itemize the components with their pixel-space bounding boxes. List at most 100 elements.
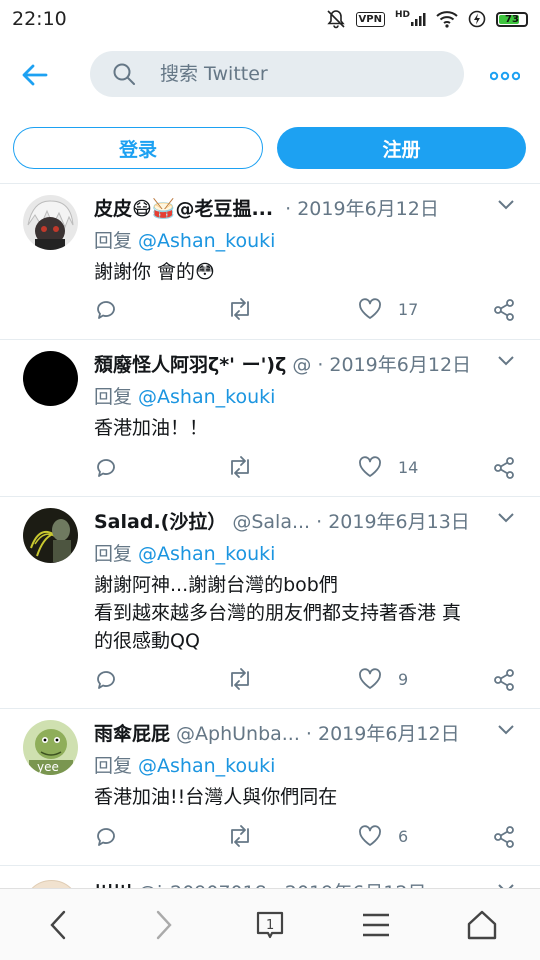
mention-link[interactable]: @Ashan_kouki <box>138 543 275 565</box>
avatar[interactable] <box>23 880 80 888</box>
home-button[interactable] <box>462 905 502 945</box>
chevron-down-icon[interactable] <box>496 354 516 368</box>
login-button[interactable]: 登录 <box>13 127 263 169</box>
chevron-down-icon[interactable] <box>496 723 516 737</box>
tweet-actions: 6 <box>94 825 524 853</box>
reply-button[interactable] <box>94 456 118 480</box>
status-icons: VPN HD 73 <box>326 9 528 29</box>
tweet-author-name[interactable]: 川川 <box>94 880 132 888</box>
chevron-down-icon[interactable] <box>496 198 516 212</box>
tweet-author-handle[interactable]: @AphUnba... <box>176 721 300 747</box>
tweet-date[interactable]: 2019年6月13日 <box>316 509 470 535</box>
vpn-icon: VPN <box>355 11 385 27</box>
like-button[interactable]: 6 <box>358 825 408 847</box>
avatar[interactable]: yee <box>23 720 78 775</box>
search-header <box>0 48 540 102</box>
tweet-date[interactable]: 2019年6月12日 <box>285 196 439 222</box>
chevron-right-icon <box>156 910 172 940</box>
more-dots-icon <box>490 71 520 81</box>
back-arrow-icon <box>22 64 48 86</box>
share-icon <box>494 457 514 479</box>
tweet-author-name[interactable]: Salad.(沙拉） <box>94 509 226 535</box>
like-count: 6 <box>398 826 409 846</box>
retweet-button[interactable] <box>226 298 254 320</box>
avatar[interactable] <box>23 195 78 250</box>
tweet-header: Salad.(沙拉） @Sala... 2019年6月13日 <box>94 509 474 535</box>
reply-button[interactable] <box>94 825 118 849</box>
like-button[interactable]: 9 <box>358 668 408 690</box>
tweet-header: 頹廢怪人阿羽ζ*' ー')ζ @ 2019年6月12日 <box>94 352 474 378</box>
retweet-icon <box>231 825 249 847</box>
reply-context: 回复 @Ashan_kouki <box>94 230 276 252</box>
share-button[interactable] <box>492 825 516 849</box>
tweet-item[interactable]: yee 雨傘屁屁 @AphUnba... 2019年6月12日 回复@Ashan… <box>0 709 540 866</box>
signal-icon: HD <box>395 11 426 27</box>
reply-icon <box>97 828 115 846</box>
retweet-icon <box>231 298 249 320</box>
heart-icon <box>359 668 381 689</box>
browser-bottom-nav: 1 <box>0 888 540 960</box>
tweet-header: 雨傘屁屁 @AphUnba... 2019年6月12日 <box>94 721 474 747</box>
tweet-author-handle[interactable]: @jr20907018 <box>138 880 267 888</box>
tweet-date[interactable]: 2019年6月12日 <box>273 880 427 888</box>
tweet-author-name[interactable]: 皮皮😷🥁@老豆揾... <box>94 196 273 222</box>
search-input[interactable] <box>158 62 422 86</box>
retweet-button[interactable] <box>226 668 254 690</box>
tweet-item[interactable]: 頹廢怪人阿羽ζ*' ー')ζ @ 2019年6月12日 回复@Ashan_kou… <box>0 340 540 497</box>
tweet-author-handle[interactable]: @Sala... <box>232 509 310 535</box>
tweet-author-handle[interactable]: @ <box>292 352 311 378</box>
tweet-header: 皮皮😷🥁@老豆揾... 2019年6月12日 <box>94 196 474 222</box>
retweet-icon <box>231 668 249 690</box>
mention-link[interactable]: @Ashan_kouki <box>138 230 275 252</box>
like-button[interactable]: 14 <box>358 456 418 478</box>
like-count: 14 <box>398 457 419 477</box>
chevron-down-icon[interactable] <box>496 511 516 525</box>
tabs-button[interactable]: 1 <box>250 905 290 945</box>
share-icon <box>494 826 514 848</box>
tweet-date[interactable]: 2019年6月12日 <box>306 721 460 747</box>
charging-icon <box>468 10 486 28</box>
tweet-header: 川川 @jr20907018 2019年6月12日 <box>94 880 474 888</box>
reply-icon <box>97 459 115 477</box>
retweet-icon <box>231 456 249 478</box>
menu-button[interactable] <box>356 905 396 945</box>
share-icon <box>494 669 514 691</box>
hamburger-menu-icon <box>363 913 389 937</box>
tweet-item[interactable]: Salad.(沙拉） @Sala... 2019年6月13日 回复@Ashan_… <box>0 497 540 709</box>
reply-button[interactable] <box>94 668 118 692</box>
mention-link[interactable]: @Ashan_kouki <box>138 755 275 777</box>
mention-link[interactable]: @Ashan_kouki <box>138 386 275 408</box>
reply-context: 回复 @Ashan_kouki <box>94 543 276 565</box>
retweet-button[interactable] <box>226 456 254 478</box>
tweet-text: 謝謝你 會的😳 <box>94 261 215 283</box>
back-button[interactable] <box>18 58 52 92</box>
reply-button[interactable] <box>94 298 118 322</box>
mute-icon <box>326 10 345 29</box>
tweet-text: 香港加油!!台灣人與你們同在 <box>94 786 338 808</box>
tweet-text: 謝謝阿神...謝謝台灣的bob們 看到越來越多台灣的朋友們都支持著香港 真 的很… <box>94 574 462 652</box>
share-icon <box>494 299 514 321</box>
like-count: 9 <box>398 669 409 689</box>
avatar[interactable] <box>23 508 78 563</box>
search-box[interactable] <box>90 51 464 97</box>
like-count: 17 <box>398 299 419 319</box>
share-button[interactable] <box>492 298 516 322</box>
signup-button[interactable]: 注册 <box>277 127 526 169</box>
share-button[interactable] <box>492 456 516 480</box>
tweet-date[interactable]: 2019年6月12日 <box>317 352 471 378</box>
auth-buttons: 登录 注册 <box>0 127 540 169</box>
heart-icon <box>359 456 381 477</box>
like-button[interactable]: 17 <box>358 298 418 320</box>
tweet-author-name[interactable]: 雨傘屁屁 <box>94 721 170 747</box>
share-button[interactable] <box>492 668 516 692</box>
avatar[interactable] <box>23 351 78 406</box>
retweet-button[interactable] <box>226 825 254 847</box>
tweet-item-partial[interactable]: 川川 @jr20907018 2019年6月12日 <box>0 868 540 888</box>
back-nav-button[interactable] <box>38 905 78 945</box>
reply-context: 回复 @Ashan_kouki <box>94 755 276 777</box>
forward-nav-button[interactable] <box>144 905 184 945</box>
tweet-author-name[interactable]: 頹廢怪人阿羽ζ*' ー')ζ <box>94 352 286 378</box>
heart-icon <box>359 298 381 319</box>
more-options-button[interactable] <box>490 64 520 88</box>
tweet-item[interactable]: 皮皮😷🥁@老豆揾... 2019年6月12日 回复@Ashan_kouki 謝謝… <box>0 184 540 340</box>
